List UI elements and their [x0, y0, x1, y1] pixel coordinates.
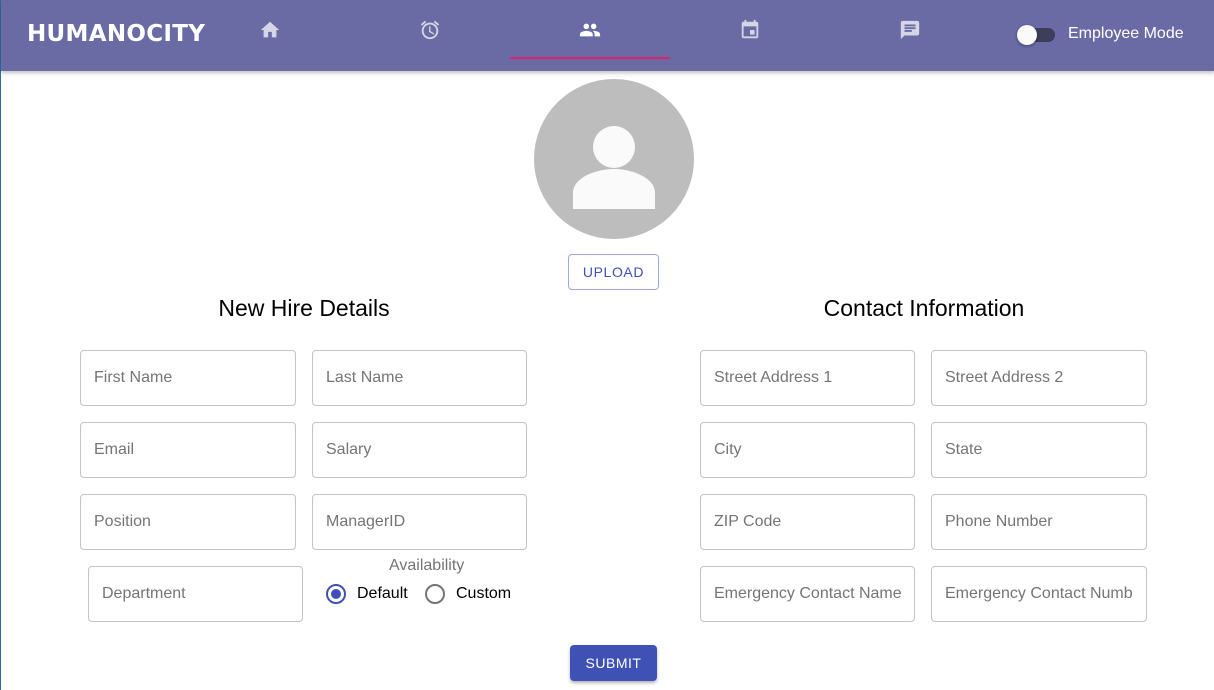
employee-mode-label: Employee Mode: [1068, 25, 1184, 42]
position-field[interactable]: [80, 494, 296, 550]
zip-code-input[interactable]: [701, 495, 914, 549]
street-address-1-field[interactable]: [700, 350, 915, 406]
state-input[interactable]: [932, 423, 1146, 477]
availability-option-default[interactable]: Default: [326, 584, 408, 604]
street-address-2-input[interactable]: [932, 351, 1146, 405]
toggle-thumb: [1017, 25, 1037, 45]
email-field[interactable]: [80, 422, 296, 478]
department-field[interactable]: [88, 566, 303, 622]
department-input[interactable]: [89, 567, 302, 621]
salary-field[interactable]: [312, 422, 527, 478]
radio-default-label: Default: [357, 585, 408, 602]
person-icon: [573, 126, 655, 209]
new-hire-title: New Hire Details: [218, 295, 390, 321]
tab-alarm[interactable]: [350, 0, 510, 59]
emergency-contact-name-input[interactable]: [701, 567, 914, 621]
tab-messages[interactable]: [830, 0, 990, 59]
tab-home[interactable]: [190, 0, 350, 59]
employee-mode-toggle[interactable]: [1017, 25, 1057, 45]
street-address-1-input[interactable]: [701, 351, 914, 405]
radio-custom[interactable]: [425, 584, 445, 604]
tab-calendar[interactable]: [670, 0, 830, 59]
phone-number-field[interactable]: [931, 494, 1147, 550]
home-icon: [260, 21, 280, 37]
emergency-contact-number-field[interactable]: [931, 566, 1147, 622]
brand-logo: HUMANOCITY: [27, 21, 206, 47]
people-icon: [579, 23, 601, 36]
manager-id-input[interactable]: [313, 495, 526, 549]
last-name-field[interactable]: [312, 350, 527, 406]
radio-custom-label: Custom: [456, 585, 512, 602]
city-input[interactable]: [701, 423, 914, 477]
upload-button[interactable]: UPLOAD: [568, 254, 659, 290]
manager-id-field[interactable]: [312, 494, 527, 550]
first-name-input[interactable]: [81, 351, 295, 405]
last-name-input[interactable]: [313, 351, 526, 405]
phone-number-input[interactable]: [932, 495, 1146, 549]
street-address-2-field[interactable]: [931, 350, 1147, 406]
email-input[interactable]: [81, 423, 295, 477]
tab-people[interactable]: [510, 0, 670, 59]
contact-title: Contact Information: [823, 295, 1025, 321]
salary-input[interactable]: [313, 423, 526, 477]
submit-button[interactable]: SUBMIT: [570, 645, 657, 681]
availability-label: Availability: [389, 557, 465, 574]
availability-option-custom[interactable]: Custom: [425, 584, 511, 604]
first-name-field[interactable]: [80, 350, 296, 406]
active-tab-indicator: [510, 57, 670, 59]
zip-code-field[interactable]: [700, 494, 915, 550]
emergency-contact-name-field[interactable]: [700, 566, 915, 622]
state-field[interactable]: [931, 422, 1147, 478]
app-bar: HUMANOCITY Employee Mode: [1, 0, 1214, 71]
city-field[interactable]: [700, 422, 915, 478]
alarm-icon: [420, 20, 440, 39]
calendar-icon: [741, 19, 759, 38]
position-input[interactable]: [81, 495, 295, 549]
radio-default[interactable]: [326, 584, 346, 604]
message-icon: [900, 20, 920, 39]
emergency-contact-number-input[interactable]: [932, 567, 1146, 621]
avatar: [534, 79, 694, 239]
